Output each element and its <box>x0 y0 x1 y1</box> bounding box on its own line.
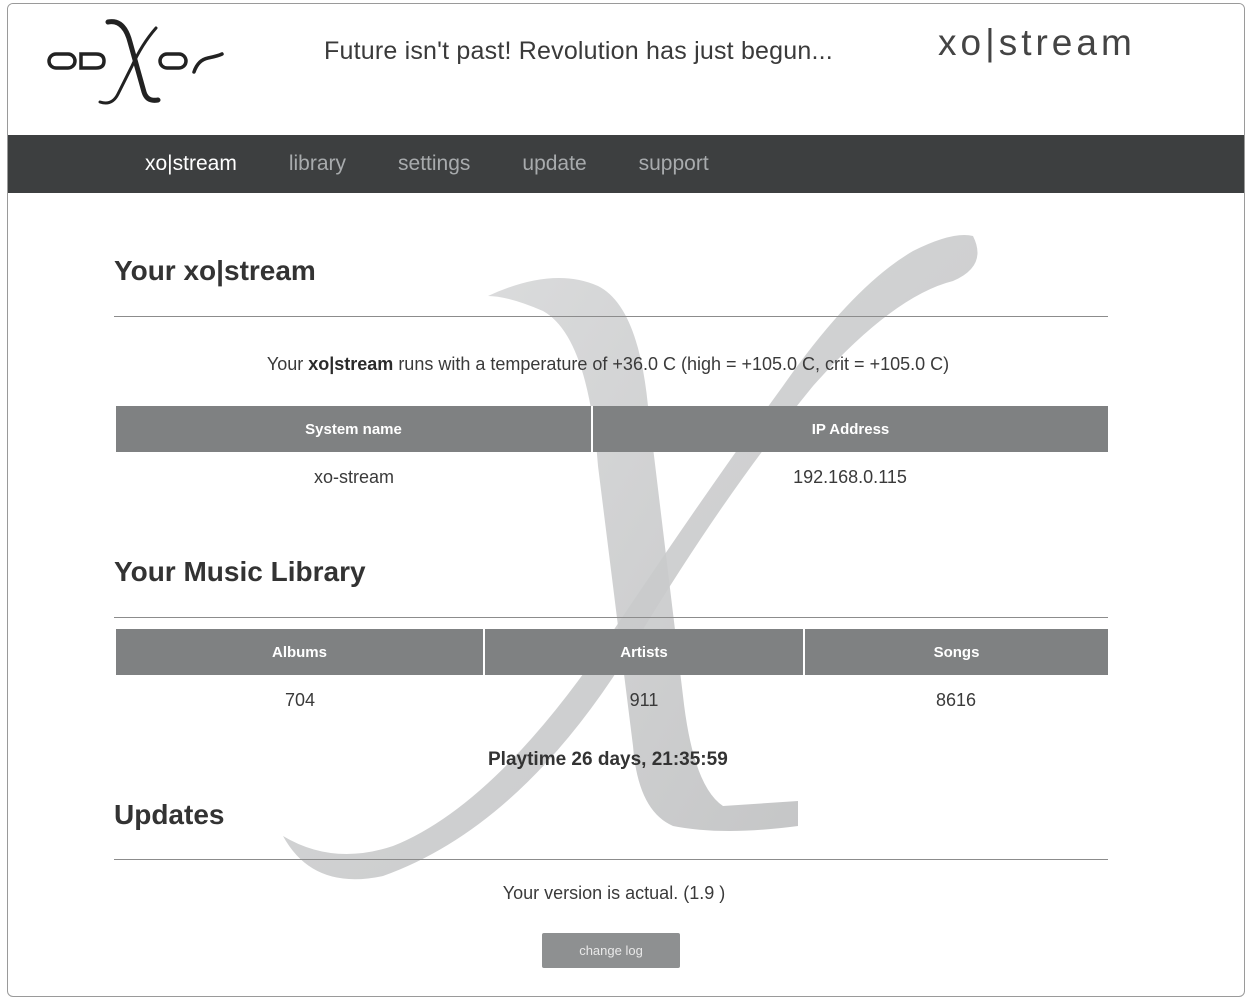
nav-item-update[interactable]: update <box>522 152 586 176</box>
songs-count: 8616 <box>935 689 977 710</box>
odxos-logo[interactable] <box>46 14 231 109</box>
col-artists: Artists <box>483 629 804 675</box>
section-title-xostream: Your xo|stream <box>114 255 316 286</box>
divider <box>114 316 1108 317</box>
table-row: 704 911 8616 <box>116 675 1108 725</box>
tagline: Future isn't past! Revolution has just b… <box>324 37 833 65</box>
divider <box>114 859 1108 860</box>
playtime: Playtime 26 days, 21:35:59 <box>488 749 728 770</box>
main-nav: xo|stream library settings update suppor… <box>8 135 1244 193</box>
col-system-name: System name <box>116 406 592 452</box>
header: Future isn't past! Revolution has just b… <box>8 4 1244 135</box>
app-window: Future isn't past! Revolution has just b… <box>7 3 1245 997</box>
system-name-value: xo-stream <box>313 466 394 487</box>
albums-count: 704 <box>284 689 316 710</box>
col-albums: Albums <box>116 629 484 675</box>
table-row: xo-stream 192.168.0.115 <box>116 452 1108 502</box>
divider <box>114 617 1108 618</box>
col-ip-address: IP Address <box>591 406 1108 452</box>
temp-brand: xo|stream <box>308 354 394 374</box>
ip-address-value: 192.168.0.115 <box>793 466 907 487</box>
section-title-updates: Updates <box>114 799 225 830</box>
col-songs: Songs <box>803 629 1108 675</box>
nav-item-support[interactable]: support <box>639 152 709 176</box>
library-table: Albums Artists Songs 704 911 8616 <box>116 629 1108 725</box>
change-log-button[interactable]: change log <box>542 933 680 968</box>
brand-title: xo|stream <box>938 22 1136 63</box>
table-header-row: System name IP Address <box>116 406 1108 452</box>
nav-item-settings[interactable]: settings <box>398 152 470 176</box>
temp-suffix: runs with a temperature of +36.0 C (high… <box>393 354 950 374</box>
artists-count: 911 <box>629 689 659 710</box>
temp-prefix: Your <box>266 354 309 374</box>
temperature-info: Your xo|stream runs with a temperature o… <box>8 354 1208 375</box>
system-table: System name IP Address xo-stream 192.168… <box>116 406 1108 502</box>
version-status: Your version is actual. (1.9 ) <box>502 883 726 903</box>
nav-item-library[interactable]: library <box>289 152 346 176</box>
table-header-row: Albums Artists Songs <box>116 629 1108 675</box>
nav-item-xostream[interactable]: xo|stream <box>145 152 237 176</box>
section-title-library: Your Music Library <box>114 556 366 587</box>
